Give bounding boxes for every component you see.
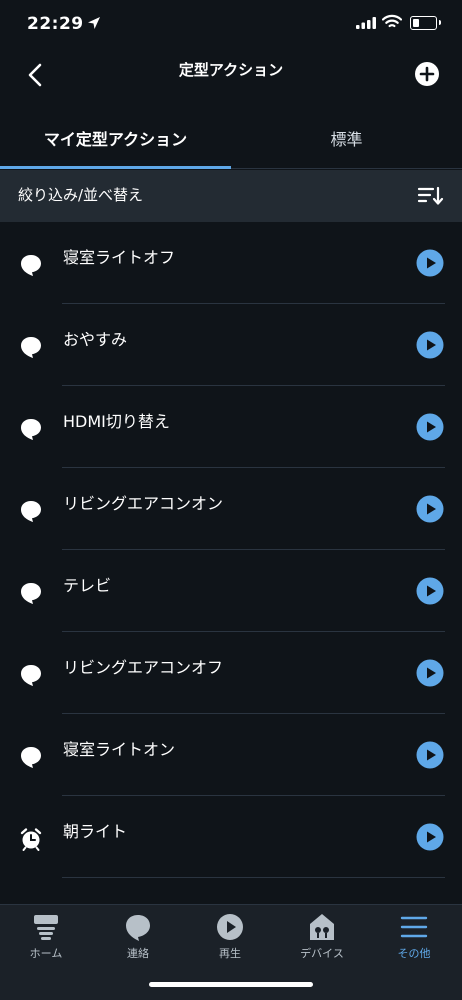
location-arrow-icon (88, 17, 100, 29)
bottom-tab-more-label: その他 (397, 947, 431, 960)
routine-list: 寝室ライトオフ おやすみ HDMI切り替えリビングエアコンオン テレビリビングエアコン… (0, 222, 462, 904)
filter-sort-bar[interactable]: 絞り込み/並べ替え (0, 170, 462, 222)
play-icon (217, 914, 243, 940)
routine-row[interactable]: おやすみ (0, 304, 462, 386)
segment-tabs: マイ定型アクション 標準 (0, 108, 462, 170)
speech-bubble-icon (21, 665, 41, 686)
navigation-bar: 定型アクション (0, 50, 462, 100)
routine-name: 朝ライト (63, 822, 128, 841)
battery-icon (410, 16, 441, 30)
routine-name: 寝室ライトオン (63, 740, 176, 759)
routine-name: テレビ (63, 576, 112, 595)
chat-icon (126, 915, 150, 941)
run-routine-play-icon[interactable] (416, 823, 444, 851)
run-routine-play-icon[interactable] (416, 495, 444, 523)
add-routine-plus-icon[interactable] (414, 61, 440, 87)
run-routine-play-icon[interactable] (416, 331, 444, 359)
routine-name: HDMI切り替え (63, 412, 170, 431)
routine-name: 寝室ライトオフ (63, 248, 176, 267)
routine-row[interactable]: リビングエアコンオン (0, 468, 462, 550)
routine-row[interactable]: 寝室ライトオフ (0, 222, 462, 304)
devices-icon (310, 914, 334, 940)
wifi-icon (382, 14, 402, 28)
bottom-tab-contact[interactable]: 連絡 (92, 912, 184, 961)
sort-icon[interactable] (416, 184, 444, 208)
run-routine-play-icon[interactable] (416, 741, 444, 769)
routine-row[interactable]: テレビ (0, 550, 462, 632)
bottom-tab-devices-label: デバイス (300, 947, 344, 960)
cellular-signal-icon (356, 17, 376, 29)
routine-row[interactable]: ガレージライト (0, 878, 462, 904)
run-routine-play-icon[interactable] (416, 659, 444, 687)
page-title: 定型アクション (178, 61, 284, 79)
status-bar: 22:29 (0, 0, 462, 50)
tab-standard[interactable]: 標準 (231, 126, 462, 150)
bottom-tab-more[interactable]: その他 (368, 912, 460, 961)
alarm-clock-icon (20, 828, 42, 851)
active-tab-indicator (0, 166, 231, 169)
speech-bubble-icon (21, 747, 41, 768)
bottom-tab-devices[interactable]: デバイス (276, 912, 368, 961)
routine-row[interactable]: リビングエアコンオフ (0, 632, 462, 714)
bottom-tab-play[interactable]: 再生 (184, 912, 276, 961)
speech-bubble-icon (21, 501, 41, 522)
routine-name: おやすみ (63, 330, 128, 349)
filter-sort-label: 絞り込み/並べ替え (18, 186, 144, 204)
menu-icon (400, 916, 428, 938)
speech-bubble-icon (21, 255, 41, 276)
run-routine-play-icon[interactable] (416, 577, 444, 605)
home-indicator (149, 982, 313, 987)
home-icon (34, 915, 58, 940)
routine-name: リビングエアコンオフ (63, 658, 224, 677)
bottom-tab-contact-label: 連絡 (127, 947, 149, 960)
run-routine-play-icon[interactable] (416, 249, 444, 277)
speech-bubble-icon (21, 419, 41, 440)
bottom-tab-home[interactable]: ホーム (0, 912, 92, 961)
bottom-tab-play-label: 再生 (219, 947, 241, 960)
routine-row[interactable]: 寝室ライトオン (0, 714, 462, 796)
routine-row[interactable]: HDMI切り替え (0, 386, 462, 468)
run-routine-play-icon[interactable] (416, 413, 444, 441)
bottom-tab-home-label: ホーム (29, 947, 63, 960)
speech-bubble-icon (21, 337, 41, 358)
tab-my-routines[interactable]: マイ定型アクション (0, 126, 231, 150)
routine-row[interactable]: 朝ライト (0, 796, 462, 878)
routine-name: リビングエアコンオン (63, 494, 224, 513)
speech-bubble-icon (21, 583, 41, 604)
status-time: 22:29 (27, 14, 84, 34)
